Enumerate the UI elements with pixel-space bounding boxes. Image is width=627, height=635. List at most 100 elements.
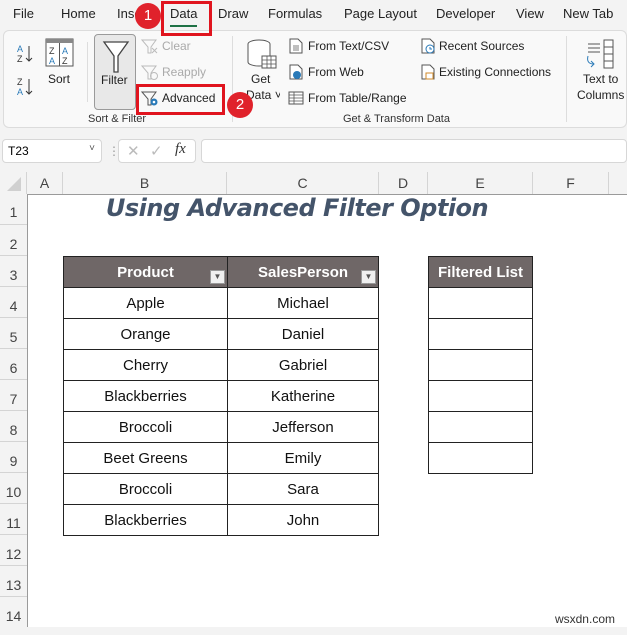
row-header[interactable]: 12 <box>0 535 27 566</box>
row-header[interactable]: 5 <box>0 318 27 349</box>
row-header[interactable]: 11 <box>0 504 27 535</box>
filter-label: Filter <box>101 73 128 87</box>
salesperson-cell[interactable]: Michael <box>227 287 379 319</box>
salesperson-cell[interactable]: Katherine <box>227 380 379 412</box>
formula-input[interactable] <box>201 139 627 163</box>
column-header-a[interactable]: A <box>27 172 63 194</box>
tab-formulas[interactable]: Formulas <box>268 6 322 21</box>
filtered-cell[interactable] <box>428 411 533 443</box>
product-cell[interactable]: Apple <box>63 287 228 319</box>
clear-button[interactable]: Clear <box>141 38 201 56</box>
row-header[interactable]: 2 <box>0 225 27 256</box>
column-header-c[interactable]: C <box>227 172 379 194</box>
name-box[interactable]: T23 ˅ <box>2 139 102 163</box>
watermark: wsxdn.com <box>554 612 615 626</box>
tab-draw[interactable]: Draw <box>218 6 248 21</box>
text-to-columns-button[interactable]: Text to Columns <box>574 38 627 104</box>
salesperson-cell[interactable]: Jefferson <box>227 411 379 443</box>
insert-function-icon[interactable]: fx <box>175 141 186 158</box>
row-header[interactable]: 14 <box>0 597 27 627</box>
salesperson-cell[interactable]: John <box>227 504 379 536</box>
highlight-data-tab <box>161 1 212 36</box>
product-cell[interactable]: Broccoli <box>63 473 228 505</box>
reapply-button[interactable]: Reapply <box>141 64 211 82</box>
table-row: Apple Michael <box>63 287 379 319</box>
salesperson-cell[interactable]: Daniel <box>227 318 379 350</box>
row-header[interactable]: 1 <box>0 194 27 225</box>
get-data-button[interactable]: Get Data ˅ <box>244 38 280 104</box>
table-icon <box>288 91 304 105</box>
product-cell[interactable]: Broccoli <box>63 411 228 443</box>
column-header-e[interactable]: E <box>428 172 533 194</box>
row-header[interactable]: 7 <box>0 380 27 411</box>
sort-button[interactable]: ZAAZ Sort <box>45 38 75 88</box>
recent-sources-icon <box>421 38 435 54</box>
product-cell[interactable]: Cherry <box>63 349 228 381</box>
tab-page-layout[interactable]: Page Layout <box>344 6 417 21</box>
sort-ascending-button[interactable]: AZ <box>16 42 36 66</box>
chevron-down-icon[interactable]: ˅ <box>89 143 95 154</box>
get-data-label-1: Get <box>251 72 271 86</box>
header-filtered-list: Filtered List <box>428 256 533 288</box>
filter-button[interactable]: Filter <box>94 34 136 110</box>
table-row: Broccoli Jefferson <box>63 411 379 443</box>
svg-text:Z: Z <box>62 56 68 66</box>
tab-file[interactable]: File <box>13 6 34 21</box>
tab-home[interactable]: Home <box>61 6 96 21</box>
row-header[interactable]: 3 <box>0 256 27 287</box>
table-row: Orange Daniel <box>63 318 379 350</box>
sort-label: Sort <box>48 72 71 86</box>
column-header-d[interactable]: D <box>379 172 428 194</box>
row-header[interactable]: 13 <box>0 566 27 597</box>
filter-dropdown-icon[interactable]: ▼ <box>210 270 225 284</box>
recent-sources-button[interactable]: Recent Sources <box>420 38 530 56</box>
select-all-button[interactable] <box>0 172 27 194</box>
salesperson-cell[interactable]: Sara <box>227 473 379 505</box>
svg-text:Z: Z <box>49 46 55 56</box>
name-box-value: T23 <box>8 144 29 158</box>
tab-developer[interactable]: Developer <box>436 6 495 21</box>
from-text-csv-button[interactable]: From Text/CSV <box>288 38 398 56</box>
filtered-cell[interactable] <box>428 318 533 350</box>
column-header-b[interactable]: B <box>63 172 227 194</box>
sort-a-z-icon: AZ <box>17 44 33 64</box>
from-web-button[interactable]: From Web <box>288 64 378 82</box>
sort-descending-button[interactable]: ZA <box>16 75 36 99</box>
product-cell[interactable]: Orange <box>63 318 228 350</box>
row-header[interactable]: 8 <box>0 411 27 442</box>
existing-connections-label: Existing Connections <box>439 65 552 79</box>
text-to-columns-label-2: Columns <box>577 88 625 102</box>
tab-new-tab[interactable]: New Tab <box>563 6 613 21</box>
product-cell[interactable]: Blackberries <box>63 504 228 536</box>
tab-view[interactable]: View <box>516 6 544 21</box>
filtered-cell[interactable] <box>428 380 533 412</box>
reapply-label: Reapply <box>162 65 207 79</box>
svg-text:Z: Z <box>17 77 23 87</box>
step-2-badge: 2 <box>227 92 253 118</box>
row-header[interactable]: 4 <box>0 287 27 318</box>
from-table-range-button[interactable]: From Table/Range <box>288 90 408 108</box>
filtered-cell[interactable] <box>428 442 533 474</box>
svg-text:A: A <box>17 87 23 97</box>
salesperson-cell[interactable]: Gabriel <box>227 349 379 381</box>
product-cell[interactable]: Blackberries <box>63 380 228 412</box>
cancel-icon[interactable]: ✕ <box>127 142 140 160</box>
row-header[interactable]: 6 <box>0 349 27 380</box>
database-icon <box>247 39 277 69</box>
enter-icon[interactable]: ✓ <box>150 142 163 160</box>
existing-connections-button[interactable]: Existing Connections <box>420 64 560 82</box>
product-cell[interactable]: Beet Greens <box>63 442 228 474</box>
column-header-f[interactable]: F <box>533 172 609 194</box>
step-1-badge: 1 <box>135 3 161 29</box>
svg-text:A: A <box>49 56 55 66</box>
table-row: Cherry Gabriel <box>63 349 379 381</box>
filtered-cell[interactable] <box>428 287 533 319</box>
text-to-columns-icon <box>587 39 614 69</box>
row-header[interactable]: 10 <box>0 473 27 504</box>
clear-label: Clear <box>162 39 191 53</box>
existing-connections-icon <box>421 64 435 80</box>
filtered-cell[interactable] <box>428 349 533 381</box>
filter-dropdown-icon[interactable]: ▼ <box>361 270 376 284</box>
row-header[interactable]: 9 <box>0 442 27 473</box>
salesperson-cell[interactable]: Emily <box>227 442 379 474</box>
